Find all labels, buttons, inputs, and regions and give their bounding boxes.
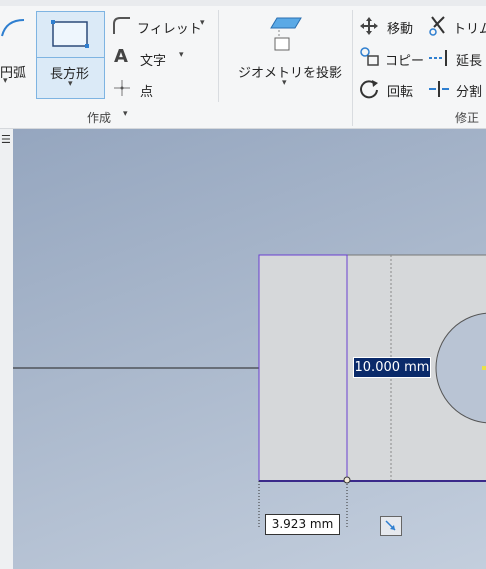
- copy-icon: [360, 47, 379, 66]
- move-label: 移動: [387, 22, 414, 37]
- modify-group-label: 修正: [455, 111, 480, 125]
- text-icon: A: [114, 46, 128, 67]
- dimension-input-width[interactable]: 3.923 mm: [265, 514, 340, 535]
- text-label: 文字: [140, 54, 167, 69]
- trim-label: トリム: [453, 22, 486, 37]
- arc-dropdown-icon[interactable]: ▾: [3, 76, 8, 86]
- rectangle-dropdown-icon[interactable]: ▾: [68, 79, 73, 89]
- rectangle-icon: [51, 20, 89, 48]
- move-icon: [360, 17, 378, 35]
- ribbon-group-separator: [352, 10, 353, 126]
- rectangle-button[interactable]: 長方形 ▾: [36, 11, 105, 99]
- graphics-canvas[interactable]: [13, 129, 486, 569]
- ribbon-tab-strip: [0, 0, 486, 6]
- trim-icon: [429, 16, 445, 36]
- copy-label: コピー: [385, 54, 425, 69]
- dimension-input-active[interactable]: 10.000 mm: [353, 357, 431, 378]
- cursor-dimension-icon: [380, 516, 402, 536]
- model-browser-edge[interactable]: ☰: [0, 129, 14, 569]
- fillet-dropdown-icon[interactable]: ▾: [200, 18, 205, 28]
- ribbon-separator: [218, 10, 219, 102]
- fillet-icon: [113, 17, 130, 34]
- split-icon: [429, 81, 449, 97]
- sketch-point: [343, 476, 351, 484]
- browser-menu-icon[interactable]: ☰: [1, 133, 11, 146]
- create-group-label: 作成: [87, 111, 112, 125]
- project-geometry-dropdown-icon[interactable]: ▾: [282, 78, 287, 88]
- extend-label: 延長: [456, 54, 483, 69]
- rectangle-button-divider: [37, 57, 104, 58]
- text-dropdown-icon[interactable]: ▾: [179, 50, 184, 60]
- project-geometry-icon: [270, 17, 302, 51]
- arc-icon: [1, 19, 25, 37]
- fillet-label: フィレット: [137, 22, 202, 37]
- create-group-dropdown-icon[interactable]: ▾: [123, 109, 128, 119]
- split-label: 分割: [456, 85, 483, 100]
- rotate-icon: [360, 80, 378, 99]
- extend-icon: [429, 50, 447, 66]
- point-label: 点: [140, 85, 154, 100]
- axis-endpoint: [482, 366, 486, 370]
- point-icon: [114, 80, 130, 96]
- rotate-label: 回転: [387, 85, 414, 100]
- project-geometry-label: ジオメトリを投影: [238, 66, 343, 81]
- sketch-geometry: [13, 254, 486, 527]
- ribbon: 円弧 ▾ 長方形 ▾ フィレット ▾ A 文字 ▾ 点 ジオメトリを投影 ▾ 作…: [0, 0, 486, 129]
